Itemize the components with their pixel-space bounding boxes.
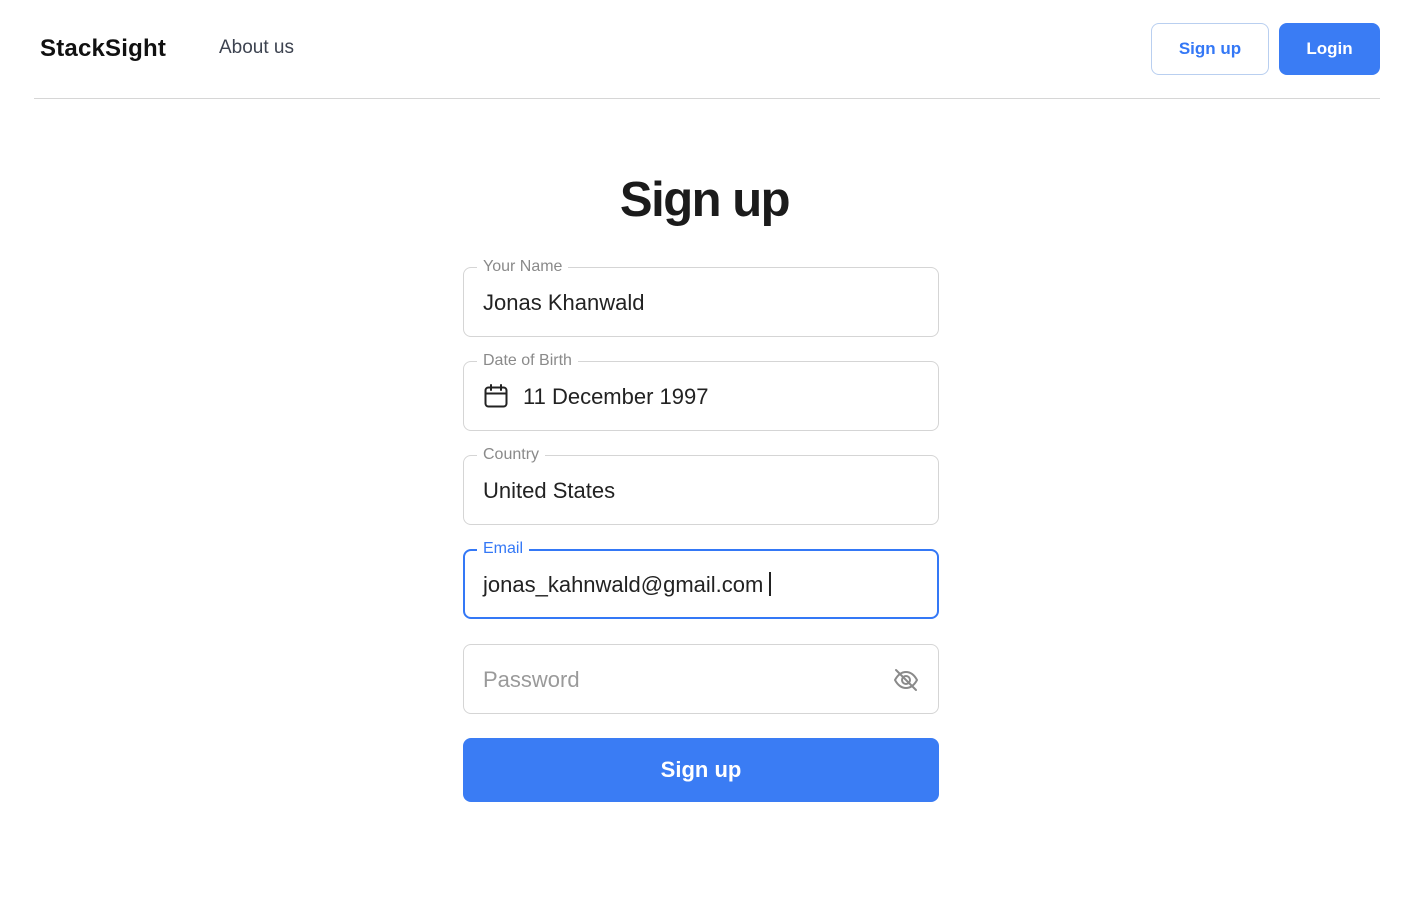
email-field-value: jonas_kahnwald@gmail.com xyxy=(483,572,772,598)
email-field-label: Email xyxy=(477,539,530,559)
eye-off-icon[interactable] xyxy=(892,666,920,694)
top-navbar: StackSight About us Sign up Login xyxy=(34,0,1380,99)
email-text: jonas_kahnwald@gmail.com xyxy=(483,572,764,597)
nav-link-about[interactable]: About us xyxy=(219,37,294,59)
calendar-icon[interactable] xyxy=(483,383,509,409)
date-of-birth-value: 11 December 1997 xyxy=(523,384,709,409)
country-field-label: Country xyxy=(477,445,546,465)
brand-logo[interactable]: StackSight xyxy=(40,35,166,63)
nav-login-button[interactable]: Login xyxy=(1279,23,1380,75)
page-title: Sign up xyxy=(619,173,791,227)
date-of-birth-field[interactable]: Date of Birth 11 December 1997 xyxy=(463,351,939,431)
email-field[interactable]: Email jonas_kahnwald@gmail.com xyxy=(463,539,939,619)
name-field[interactable]: Your Name Jonas Khanwald xyxy=(463,257,939,337)
date-of-birth-label: Date of Birth xyxy=(477,351,578,371)
country-field[interactable]: Country United States xyxy=(463,445,939,525)
password-placeholder: Password xyxy=(483,667,580,692)
country-field-value: United States xyxy=(483,478,616,503)
password-field[interactable]: Password xyxy=(463,644,939,714)
signup-submit-button[interactable]: Sign up xyxy=(463,738,939,802)
text-caret xyxy=(769,572,772,597)
name-field-value: Jonas Khanwald xyxy=(483,290,645,315)
nav-signup-button[interactable]: Sign up xyxy=(1151,23,1269,75)
name-field-label: Your Name xyxy=(477,257,569,277)
